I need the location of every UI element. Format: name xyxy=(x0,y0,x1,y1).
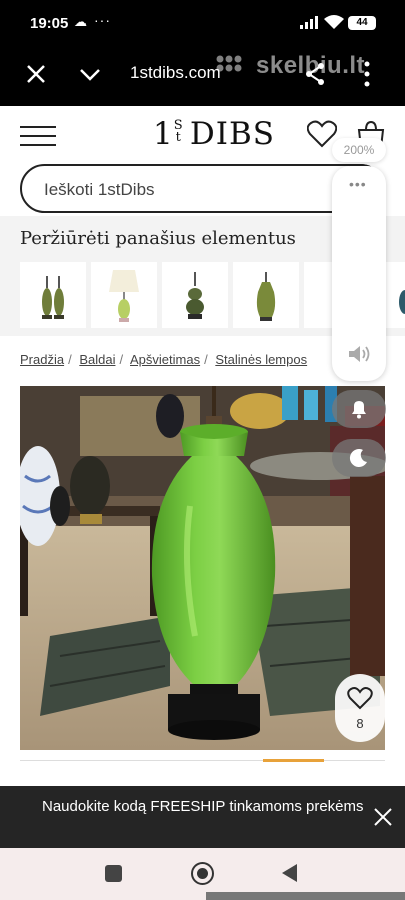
search-input[interactable]: Ieškoti 1stDibs xyxy=(20,164,385,213)
cloud-icon: ☁ xyxy=(74,14,87,29)
volume-icon[interactable] xyxy=(347,344,371,364)
similar-item-thumb[interactable] xyxy=(162,262,228,328)
browser-toolbar: 1stdibs.com skelbiu.lt xyxy=(0,48,405,106)
product-photo[interactable] xyxy=(20,386,385,750)
promo-text: Naudokite kodą FREESHIP tinkamoms prekėm… xyxy=(42,798,364,815)
notification-bell-button[interactable] xyxy=(332,390,386,428)
heart-icon xyxy=(347,687,373,710)
share-icon[interactable] xyxy=(304,62,326,86)
battery-indicator: 44 xyxy=(348,16,376,30)
image-carousel-indicator xyxy=(263,759,324,762)
breadcrumb-link[interactable]: Baldai xyxy=(79,352,115,367)
similar-item-thumb[interactable] xyxy=(233,262,299,328)
gesture-bar xyxy=(206,892,405,900)
wifi-icon xyxy=(324,15,344,29)
clock: 19:05 xyxy=(30,15,69,32)
dark-mode-button[interactable] xyxy=(332,439,386,477)
zoom-level[interactable]: 200% xyxy=(332,138,386,162)
breadcrumb-link[interactable]: Pradžia xyxy=(20,352,64,367)
search-placeholder: Ieškoti 1stDibs xyxy=(44,180,155,199)
more-options-icon[interactable]: ••• xyxy=(349,176,367,192)
overflow-menu-icon[interactable] xyxy=(362,60,372,88)
system-navigation-bar xyxy=(0,848,405,900)
breadcrumb-link[interactable]: Stalinės lempos xyxy=(215,352,307,367)
back-button[interactable] xyxy=(282,864,297,882)
watermark-logo xyxy=(216,55,242,72)
image-carousel-track xyxy=(20,760,385,761)
breadcrumb: Pradžia / Baldai / Apšvietimas / Stalinės l… xyxy=(20,352,308,367)
more-notifications-icon: ··· xyxy=(94,12,111,28)
signal-icon xyxy=(300,16,318,29)
home-button[interactable] xyxy=(191,862,214,885)
promo-banner: Naudokite kodą FREESHIP tinkamoms prekėm… xyxy=(0,786,405,848)
similar-items-title: Peržiūrėti panašius elementus xyxy=(20,228,296,249)
chevron-down-icon[interactable] xyxy=(78,62,102,86)
close-icon[interactable] xyxy=(24,62,48,86)
similar-item-thumb[interactable] xyxy=(20,262,86,328)
side-control-panel: ••• xyxy=(332,166,386,381)
hamburger-menu-icon[interactable] xyxy=(20,126,56,146)
url-text[interactable]: 1stdibs.com xyxy=(130,63,221,83)
breadcrumb-link[interactable]: Apšvietimas xyxy=(130,352,200,367)
bell-icon xyxy=(352,401,366,419)
favorite-count: 8 xyxy=(356,716,364,731)
favorite-button[interactable]: 8 xyxy=(335,674,385,742)
recent-apps-button[interactable] xyxy=(105,865,122,882)
site-logo[interactable]: 1St DIBS xyxy=(153,116,275,152)
close-icon[interactable] xyxy=(372,806,394,828)
moon-icon xyxy=(349,449,367,468)
status-bar: 19:05 ☁ ··· 44 xyxy=(0,0,405,48)
similar-item-thumb[interactable] xyxy=(91,262,157,328)
